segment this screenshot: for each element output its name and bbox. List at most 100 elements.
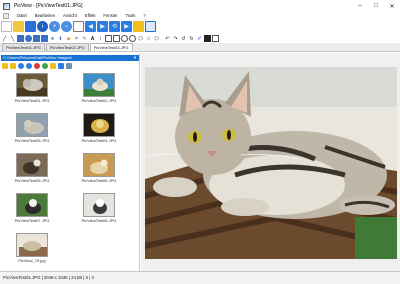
thumbnail-item[interactable]: PicViewTest01.JPG (14, 73, 50, 103)
thumbnail-label: PicView_70.jpg (18, 258, 46, 263)
open-folder-icon[interactable] (13, 21, 24, 32)
thumbnail-label: PicViewTest05.JPG (14, 178, 50, 183)
pentagon-outline-icon[interactable]: ⬠ (153, 35, 160, 42)
slideshow-icon[interactable]: ▶ (121, 21, 132, 32)
zoom-in-icon[interactable]: + (49, 21, 60, 32)
eraser-icon[interactable]: ▰ (65, 35, 72, 42)
maximize-button[interactable]: □ (368, 0, 384, 12)
rect-outline2-icon[interactable] (113, 35, 120, 42)
file-browser-panel: C:\Users\Pictures\Kat\PicView Images\ ▼ … (0, 53, 140, 271)
previous-image-icon[interactable]: ◀ (85, 21, 96, 32)
delete-icon[interactable] (34, 63, 40, 69)
window-title: PicView - [PicViewTest01.JPG] (14, 3, 83, 9)
refresh-icon[interactable] (42, 63, 48, 69)
paint-brush-icon[interactable]: ✐ (196, 35, 203, 42)
thumbnail-label: PicViewTest06.JPG (81, 178, 117, 183)
new-file-icon[interactable] (1, 21, 12, 32)
crop-icon[interactable]: ⌗ (73, 35, 80, 42)
thumbnail-image (16, 153, 48, 177)
back-icon[interactable] (18, 63, 24, 69)
next-image-icon[interactable]: ▶ (97, 21, 108, 32)
title-bar: PicView - [PicViewTest01.JPG] – □ ✕ (0, 0, 400, 12)
menu-bearbeiten[interactable]: Bearbeiten (35, 13, 55, 18)
rotate-right-icon[interactable]: ↻ (188, 35, 195, 42)
undo-icon[interactable]: ↶ (164, 35, 171, 42)
menu-fenster[interactable]: Fenster (103, 13, 117, 18)
thumbnail-item[interactable]: PicViewTest04.JPG (81, 113, 117, 143)
rotate-icon[interactable]: ⟲ (109, 21, 120, 32)
pencil-icon[interactable]: ╱ (1, 35, 8, 42)
new-folder-icon[interactable] (50, 63, 56, 69)
circle-outline-icon[interactable] (129, 35, 136, 42)
thumbnail-item[interactable]: PicViewTest07.JPG (14, 193, 50, 223)
status-bar: PicViewTest01.JPG | 2048 x 1536 | 24 Bit… (0, 271, 400, 284)
fill-hexagon-icon[interactable] (41, 35, 48, 42)
rect-outline-icon[interactable] (105, 35, 112, 42)
view-icon[interactable] (58, 63, 64, 69)
tab-image-3[interactable]: PicViewTest03.JPG (89, 43, 133, 51)
menu-tools[interactable]: Tools (126, 13, 136, 18)
star-icon[interactable]: ★ (49, 35, 56, 42)
thumbnail-label: PicViewTest01.JPG (14, 98, 50, 103)
arrow-shape-icon[interactable]: ⬆ (57, 35, 64, 42)
tab-image-2[interactable]: PicViewTest02.JPG (45, 43, 89, 51)
thumbnail-image (16, 73, 48, 97)
minimize-button[interactable]: – (352, 0, 368, 12)
zoom-out-icon[interactable]: − (61, 21, 72, 32)
thumbnail-label: PicViewTest04.JPG (81, 138, 117, 143)
path-text: C:\Users\Pictures\Kat\PicView Images\ (3, 55, 72, 60)
color-secondary-icon[interactable] (212, 35, 219, 42)
thumbnail-image (16, 193, 48, 217)
color-primary-icon[interactable] (204, 35, 211, 42)
brush-icon[interactable]: ✎ (81, 35, 88, 42)
tab-strip: PicViewTest01.JPG PicViewTest02.JPG PicV… (0, 43, 400, 52)
menu-ansicht[interactable]: Ansicht (63, 13, 77, 18)
ellipse-outline-icon[interactable] (121, 35, 128, 42)
thumbnail-image (16, 233, 48, 257)
image-viewer[interactable] (141, 53, 400, 271)
thumbnail-item[interactable]: PicViewTest05.JPG (14, 153, 50, 183)
star-outline-icon[interactable]: ☆ (145, 35, 152, 42)
text-tool-icon[interactable]: A (89, 35, 96, 42)
fill-polygon-icon[interactable] (33, 35, 40, 42)
close-button[interactable]: ✕ (384, 0, 400, 12)
window-controls: – □ ✕ (352, 0, 400, 12)
thumbnail-image (83, 153, 115, 177)
chevron-down-icon: ▼ (133, 55, 137, 60)
line-icon[interactable]: ╲ (9, 35, 16, 42)
menu-help[interactable]: ? (143, 13, 145, 18)
print-icon[interactable] (66, 63, 72, 69)
thumbnail-label: PicViewTest02.JPG (81, 98, 117, 103)
forward-icon[interactable] (26, 63, 32, 69)
thumbnail-image (83, 73, 115, 97)
thumbnail-label: PicViewTest03.JPG (14, 138, 50, 143)
fill-ellipse-icon[interactable] (25, 35, 32, 42)
thumbnail-image (83, 113, 115, 137)
redo-icon[interactable]: ↷ (172, 35, 179, 42)
tab-image-1[interactable]: PicViewTest01.JPG (2, 43, 45, 51)
folder-up-icon[interactable] (10, 63, 16, 69)
menu-app-icon[interactable] (3, 12, 9, 19)
fullscreen-icon[interactable] (145, 21, 156, 32)
drawing-toolbar: ╱ ╲ ★ ⬆ ▰ ⌗ ✎ A ⌇ ⬡ ☆ ⬠ ↶ ↷ ↺ ↻ ✐ (0, 34, 240, 43)
info-icon[interactable]: i (37, 21, 48, 32)
thumbnail-item[interactable]: PicView_70.jpg (14, 233, 50, 263)
rotate-left-icon[interactable]: ↺ (180, 35, 187, 42)
polygon-outline-icon[interactable]: ⬡ (137, 35, 144, 42)
menu-datei[interactable]: Datei (17, 13, 27, 18)
thumbnail-item[interactable]: PicViewTest02.JPG (81, 73, 117, 103)
path-dropdown[interactable]: C:\Users\Pictures\Kat\PicView Images\ ▼ (1, 55, 139, 61)
eyedropper-icon[interactable]: ⌇ (97, 35, 104, 42)
thumbnail-image (83, 193, 115, 217)
thumbnail-item[interactable]: PicViewTest03.JPG (14, 113, 50, 143)
thumbnail-label: PicViewTest07.JPG (14, 218, 50, 223)
menu-bar: Datei Bearbeiten Ansicht Effekt Fenster … (0, 12, 400, 19)
fit-window-icon[interactable] (73, 21, 84, 32)
browser-folder-icon[interactable] (133, 21, 144, 32)
thumbnail-item[interactable]: PicViewTest06.JPG (81, 153, 117, 183)
menu-effekt[interactable]: Effekt (85, 13, 96, 18)
fill-rect-icon[interactable] (17, 35, 24, 42)
save-icon[interactable] (25, 21, 36, 32)
thumbnail-item[interactable]: PicViewTest08.JPG (81, 193, 117, 223)
folder-icon[interactable] (2, 63, 8, 69)
